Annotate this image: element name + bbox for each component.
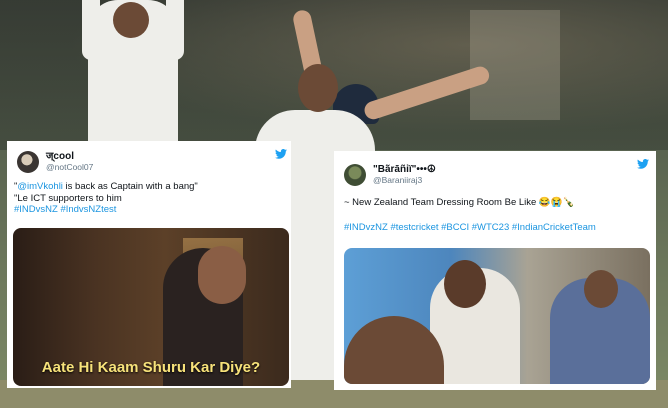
tweet-text: "@imVkohli is back as Captain with a ban…: [14, 181, 286, 216]
user-handle[interactable]: @Baraniiraj3: [373, 175, 436, 186]
meme-face: [198, 246, 246, 304]
avatar[interactable]: [17, 151, 39, 173]
tweet-card-2[interactable]: "Bãrāñiï"•••☮ @Baraniiraj3 ~ New Zealand…: [334, 151, 656, 390]
tweet-line-2: "Le ICT supporters to him: [14, 192, 122, 204]
meme-face-right: [584, 270, 618, 308]
avatar[interactable]: [344, 164, 366, 186]
raised-arm-right: [166, 0, 184, 60]
display-name[interactable]: "Bãrāñiï"•••☮: [373, 164, 436, 175]
tweet-header: ज्cool @notCool07: [17, 147, 93, 177]
display-name[interactable]: ज्cool: [46, 151, 93, 162]
meme-person-foreground: [344, 316, 444, 384]
meme-face-center: [444, 260, 486, 308]
hashtags[interactable]: #INDvsNZ #IndvsNZtest: [14, 204, 286, 216]
tweet-line-1-rest: is back as Captain with a bang": [62, 181, 198, 192]
tweet-media-image[interactable]: [344, 248, 650, 384]
tweet-media-image[interactable]: Aate Hi Kaam Shuru Kar Diye?: [13, 228, 289, 386]
tweet-line-1: ~ New Zealand Team Dressing Room Be Like…: [344, 197, 575, 208]
stadium-structure: [470, 10, 560, 120]
tweet-header: "Bãrāñiï"•••☮ @Baraniiraj3: [344, 160, 436, 190]
mention-link[interactable]: @imVkohli: [17, 181, 63, 192]
meme-caption: Aate Hi Kaam Shuru Kar Diye?: [41, 359, 261, 376]
hashtags[interactable]: #INDvzNZ #testcricket #BCCI #WTC23 #Indi…: [344, 222, 650, 234]
user-handle[interactable]: @notCool07: [46, 162, 93, 173]
wicketkeeper-head: [113, 2, 149, 38]
tweet-text: ~ New Zealand Team Dressing Room Be Like…: [344, 197, 650, 233]
twitter-bird-icon[interactable]: [637, 159, 649, 169]
tweet-card-1[interactable]: ज्cool @notCool07 "@imVkohli is back as …: [7, 141, 291, 388]
raised-arm-left: [82, 0, 100, 60]
tweet-line-1: "@imVkohli is back as Captain with a ban…: [14, 181, 286, 193]
twitter-bird-icon[interactable]: [275, 149, 287, 159]
bowler-head: [298, 64, 338, 112]
